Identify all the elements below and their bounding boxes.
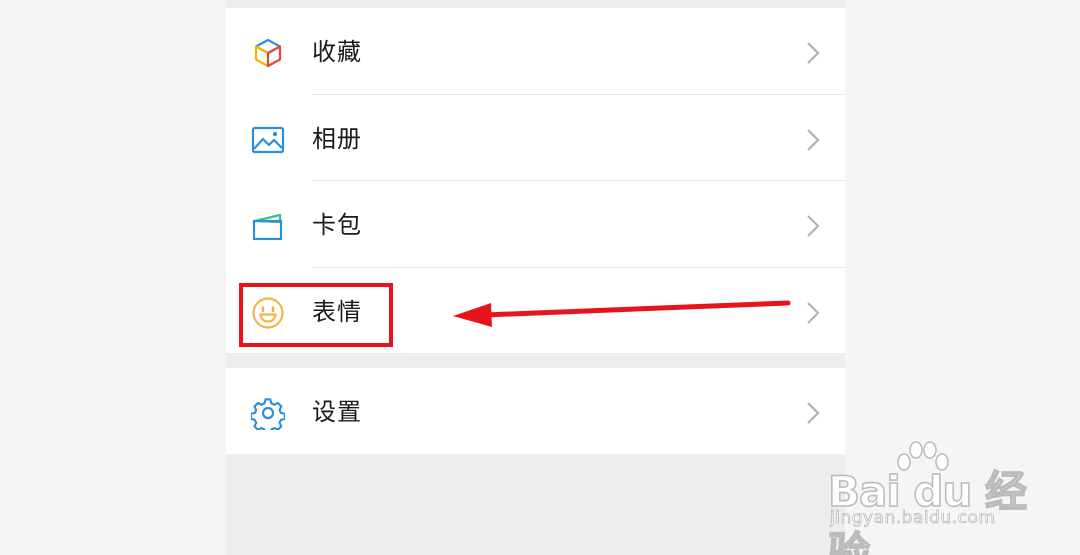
watermark-url: jingyan.baidu.com bbox=[830, 508, 996, 529]
chevron-right-icon bbox=[807, 302, 820, 324]
menu-item-card-wallet[interactable]: 卡包 bbox=[226, 181, 845, 267]
annotation-arrow-icon bbox=[453, 300, 791, 327]
settings-gear-icon bbox=[251, 398, 285, 430]
album-picture-icon bbox=[251, 126, 285, 154]
menu-item-settings[interactable]: 设置 bbox=[226, 368, 845, 454]
menu-item-favorites[interactable]: 收藏 bbox=[226, 8, 845, 94]
chevron-right-icon bbox=[807, 42, 820, 64]
card-wallet-icon bbox=[252, 213, 283, 241]
wechat-me-page: 收藏 相册 卡包 表情 设置 bbox=[226, 0, 845, 555]
favorites-cube-icon bbox=[254, 38, 282, 68]
chevron-right-icon bbox=[807, 402, 820, 424]
chevron-right-icon bbox=[807, 129, 820, 151]
annotation-highlight-box bbox=[239, 283, 393, 347]
menu-item-label: 收藏 bbox=[312, 38, 362, 66]
menu-item-label: 卡包 bbox=[312, 211, 362, 239]
menu-group-settings: 设置 bbox=[226, 368, 845, 454]
baidu-jingyan-watermark: Bai du 经验 jingyan.baidu.com bbox=[826, 440, 1036, 555]
menu-item-album[interactable]: 相册 bbox=[226, 95, 845, 181]
menu-item-label: 相册 bbox=[312, 125, 362, 153]
chevron-right-icon bbox=[807, 215, 820, 237]
menu-item-label: 设置 bbox=[312, 398, 362, 426]
watermark-brand: Bai du 经验 bbox=[827, 466, 1027, 555]
